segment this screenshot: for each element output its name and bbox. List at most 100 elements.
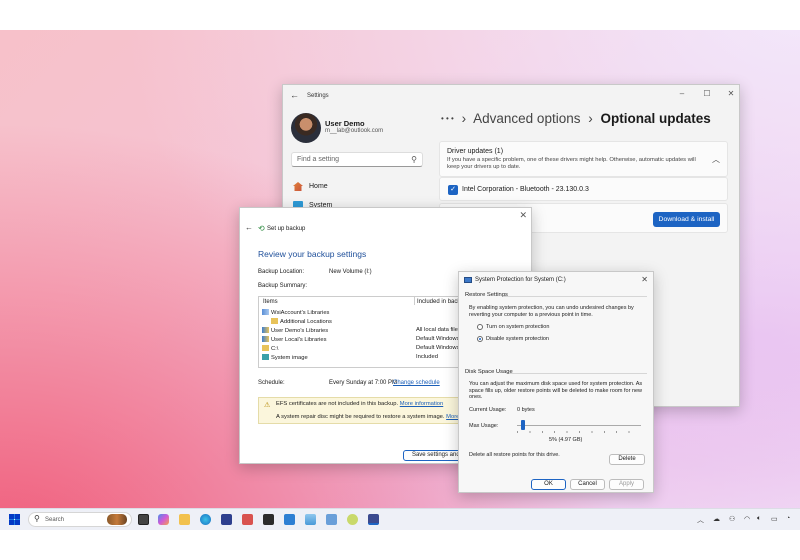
- breadcrumb: • • • › Advanced options › Optional upda…: [441, 111, 711, 126]
- repair-note-text: A system repair disc might be required t…: [276, 414, 445, 420]
- minimize-icon[interactable]: –: [675, 89, 689, 98]
- max-usage-label: Max Usage:: [469, 423, 499, 429]
- chevron-up-icon[interactable]: ︿: [697, 515, 704, 525]
- efs-more-info-link[interactable]: More information: [400, 401, 444, 407]
- terminal-icon[interactable]: [263, 514, 274, 525]
- app-icon[interactable]: [347, 514, 358, 525]
- wifi-icon[interactable]: ◠: [744, 515, 750, 523]
- disable-label[interactable]: Disable system protection: [486, 336, 549, 343]
- desktop-top-edge: [0, 0, 800, 30]
- notification-icon[interactable]: ◔: [786, 515, 790, 522]
- task-view-icon[interactable]: [138, 514, 149, 525]
- item-included-value: Default Windows: [416, 336, 460, 342]
- find-setting-placeholder: Find a setting: [297, 156, 340, 163]
- battery-icon[interactable]: ▭: [771, 515, 778, 523]
- current-usage-label: Current Usage:: [469, 407, 507, 413]
- turn-on-radio[interactable]: [477, 324, 483, 330]
- search-icon: ⚲: [34, 514, 40, 523]
- nav-item-label: Home: [309, 183, 328, 190]
- item-name: System image: [271, 355, 308, 361]
- settings-titlebar[interactable]: ← Settings – ☐ ✕: [283, 85, 739, 107]
- system-image-icon: [262, 354, 269, 360]
- efs-note: EFS certificates are not included in thi…: [276, 401, 443, 407]
- driver-updates-section[interactable]: Driver updates (1) If you have a specifi…: [439, 141, 728, 177]
- copilot-icon[interactable]: [158, 514, 169, 525]
- app-icon[interactable]: [284, 514, 295, 525]
- repair-note: A system repair disc might be required t…: [276, 414, 465, 420]
- folder-icon: [271, 318, 278, 324]
- close-icon[interactable]: ✕: [724, 89, 738, 98]
- chevron-up-icon[interactable]: ︿: [712, 154, 720, 165]
- efs-note-text: EFS certificates are not included in thi…: [276, 401, 399, 407]
- list-item[interactable]: C:\: [262, 345, 278, 352]
- cancel-button[interactable]: Cancel: [570, 479, 605, 490]
- close-icon[interactable]: ✕: [519, 210, 527, 221]
- system-protection-dialog: System Protection for System (C:) ✕ Rest…: [458, 271, 654, 493]
- find-setting-input[interactable]: Find a setting ⚲: [291, 152, 423, 167]
- network-icon[interactable]: ⚇: [729, 515, 735, 523]
- cloud-icon[interactable]: ☁: [713, 515, 720, 523]
- search-highlight-icon: [107, 514, 127, 525]
- nav-item-home[interactable]: Home: [293, 182, 328, 191]
- schedule-label: Schedule:: [258, 380, 285, 386]
- file-explorer-icon[interactable]: [179, 514, 190, 525]
- system-protection-title: System Protection for System (C:): [475, 277, 566, 283]
- taskbar: ⚲ Search ︿ ☁ ⚇ ◠ 🔈︎ ▭ ◔: [0, 508, 800, 530]
- restore-settings-description: By enabling system protection, you can u…: [469, 305, 634, 318]
- schedule-value: Every Sunday at 7:00 PM: [329, 380, 398, 386]
- restore-settings-header: Restore Settings: [465, 292, 508, 298]
- avatar[interactable]: [291, 113, 321, 143]
- backup-location-value: New Volume (I:): [329, 269, 372, 275]
- breadcrumb-more[interactable]: • • •: [441, 114, 454, 123]
- backup-location-label: Backup Location:: [258, 269, 305, 275]
- max-usage-value: 5% (4.97 GB): [549, 437, 583, 443]
- list-item[interactable]: User Local's Libraries: [262, 336, 327, 343]
- driver-checkbox[interactable]: ✓: [448, 185, 458, 195]
- active-app-icon[interactable]: [368, 514, 379, 525]
- app-icon[interactable]: [242, 514, 253, 525]
- delete-button[interactable]: Delete: [609, 454, 645, 465]
- store-icon[interactable]: [221, 514, 232, 525]
- apply-button[interactable]: Apply: [609, 479, 644, 490]
- items-column-header[interactable]: Items: [263, 299, 278, 305]
- current-usage-value: 0 bytes: [517, 407, 535, 413]
- item-included-value: All local data files: [416, 327, 461, 333]
- download-install-button[interactable]: Download & install: [653, 212, 720, 227]
- breadcrumb-parent[interactable]: Advanced options: [473, 111, 580, 126]
- turn-on-label[interactable]: Turn on system protection: [486, 324, 549, 331]
- max-usage-slider-thumb[interactable]: [521, 420, 526, 430]
- user-name: User Demo: [325, 119, 365, 128]
- item-name: User Local's Libraries: [271, 337, 327, 343]
- list-item[interactable]: Additional Locations: [271, 318, 332, 325]
- app-icon[interactable]: [326, 514, 337, 525]
- close-icon[interactable]: ✕: [641, 275, 648, 284]
- maximize-icon[interactable]: ☐: [700, 89, 714, 98]
- disk-space-header: Disk Space Usage: [465, 369, 513, 375]
- computer-icon: [464, 277, 472, 283]
- group-line: [503, 296, 647, 297]
- driver-updates-title: Driver updates (1): [447, 148, 504, 155]
- change-schedule-link[interactable]: Change schedule: [393, 380, 440, 386]
- taskbar-search[interactable]: ⚲ Search: [28, 512, 132, 527]
- ok-button[interactable]: OK: [531, 479, 566, 490]
- volume-icon[interactable]: 🔈︎: [757, 515, 761, 523]
- windows-start-icon[interactable]: [9, 514, 20, 525]
- list-item[interactable]: System image: [262, 354, 308, 361]
- list-item[interactable]: User Demo's Libraries: [262, 327, 328, 334]
- driver-item-label: Intel Corporation - Bluetooth - 23.130.0…: [462, 186, 589, 193]
- desktop-bottom-edge: [0, 530, 800, 560]
- photos-icon[interactable]: [305, 514, 316, 525]
- back-arrow-icon[interactable]: ←: [245, 223, 253, 232]
- drive-icon: [262, 345, 269, 351]
- item-name: WsiAccount's Libraries: [271, 310, 330, 316]
- backup-icon: ⟲: [258, 224, 265, 233]
- list-item[interactable]: WsiAccount's Libraries: [262, 309, 329, 316]
- search-icon: ⚲: [411, 155, 417, 164]
- breadcrumb-sep: ›: [461, 111, 467, 126]
- edge-icon[interactable]: [200, 514, 211, 525]
- back-arrow-icon[interactable]: ←: [290, 90, 299, 100]
- item-name: Additional Locations: [280, 319, 332, 325]
- disable-radio[interactable]: [477, 336, 483, 342]
- max-usage-slider-track[interactable]: [517, 425, 641, 426]
- backup-summary-label: Backup Summary:: [258, 283, 308, 289]
